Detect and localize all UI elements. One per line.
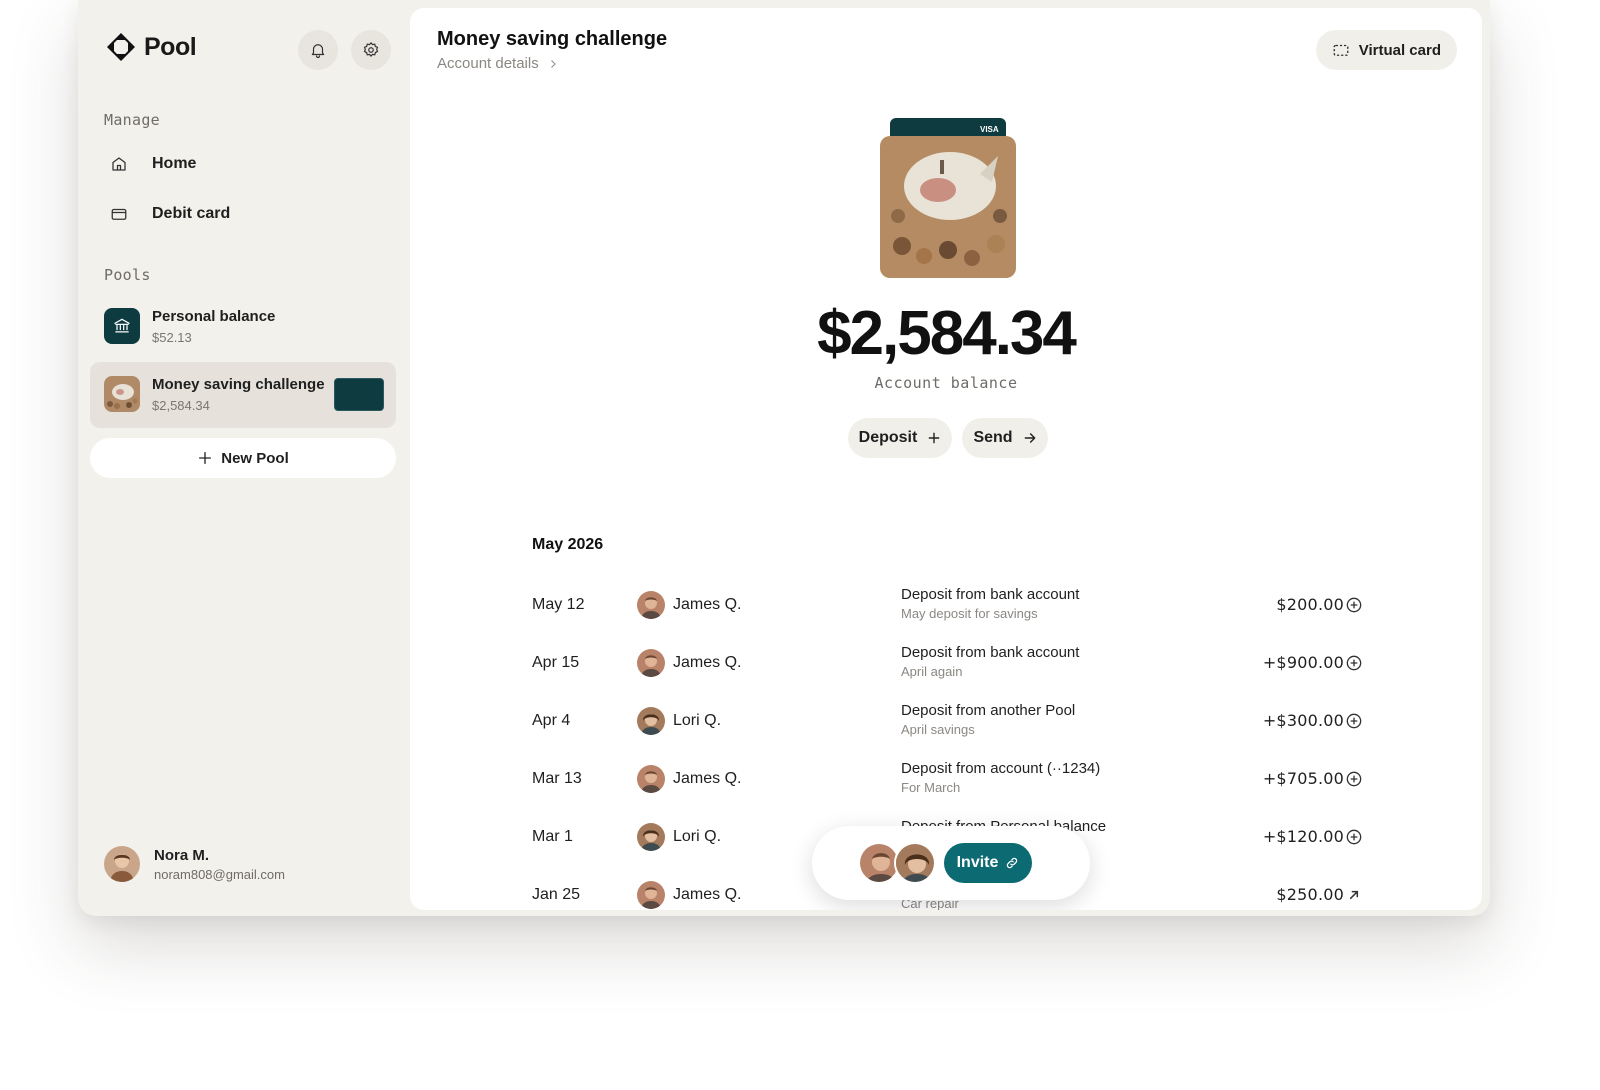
settings-button[interactable] [351,30,391,70]
avatar [637,823,665,851]
gear-icon [363,41,379,57]
transaction-amount: +$300.00 [1262,711,1344,730]
user-email: noram808@gmail.com [154,866,285,882]
transaction-person: Lori Q. [673,828,722,845]
transaction-description: Deposit from another Pool [901,702,1076,719]
account-balance: $2,584.34 [817,299,1077,368]
pool-title: Personal balance [152,308,276,325]
arrow-up-right-icon[interactable] [1344,885,1364,905]
transaction-date: May 12 [532,596,585,613]
transaction-note: April again [901,664,963,679]
brand[interactable]: Pool [106,32,197,62]
page-title: Money saving challenge [437,28,668,50]
transaction-note: April savings [901,722,975,737]
transaction-amount: $200.00 [1276,595,1344,614]
piggy-bank-thumbnail [104,376,140,412]
transaction-amount: +$900.00 [1262,653,1344,672]
send-label: Send [973,429,1013,446]
transaction-description: Deposit from account (··1234) [901,760,1101,777]
send-button[interactable]: Send [962,418,1048,458]
invite-label: Invite [956,854,999,871]
transaction-note: For March [901,780,961,795]
plus-circle-icon[interactable] [1344,711,1364,731]
account-balance-label: Account balance [874,374,1018,392]
transaction-date: Mar 13 [532,770,582,787]
transaction-description: Deposit from bank account [901,586,1080,603]
visa-brand-text: VISA [980,125,999,134]
manage-section-label: Manage [104,111,160,129]
transaction-date: Jan 25 [532,886,581,903]
pool-item-personal-balance[interactable]: Personal balance $52.13 [90,294,396,360]
transaction-person: Lori Q. [673,712,722,729]
card-icon [108,203,130,225]
transaction-row[interactable]: May 12 James Q. Deposit from bank accoun… [410,580,1482,632]
plus-circle-icon[interactable] [1344,769,1364,789]
avatar [894,842,936,884]
home-icon [108,153,130,175]
plus-circle-icon[interactable] [1344,653,1364,673]
plus-icon [928,432,940,444]
plus-circle-icon[interactable] [1344,827,1364,847]
nav-item-debit-card[interactable]: Debit card [108,199,230,229]
avatar [104,846,140,882]
new-pool-label: New Pool [221,449,289,467]
chevron-right-icon [550,59,556,68]
transaction-date: Mar 1 [532,828,573,845]
arrow-right-icon [1024,433,1035,443]
transaction-amount: +$705.00 [1262,769,1344,788]
user-name: Nora M. [154,846,210,864]
virtual-card-label: Virtual card [1358,41,1441,59]
nav-item-home[interactable]: Home [108,149,196,179]
transaction-date: Apr 15 [532,654,580,671]
mini-debit-card [334,378,384,411]
app-window: Pool Manage Home Debit card Pools Person… [78,0,1490,916]
notifications-button[interactable] [298,30,338,70]
deposit-button[interactable]: Deposit [848,418,952,458]
avatar [637,649,665,677]
virtual-card-icon [1333,44,1349,56]
transaction-person: James Q. [673,596,742,613]
deposit-label: Deposit [858,429,918,446]
month-heading: May 2026 [532,536,604,553]
transaction-row[interactable]: Apr 4 Lori Q. Deposit from another Pool … [410,696,1482,748]
pool-amount: $52.13 [152,330,192,345]
user-profile[interactable]: Nora M. noram808@gmail.com [104,846,285,882]
transaction-row[interactable]: Apr 15 James Q. Deposit from bank accoun… [410,638,1482,690]
plus-icon [199,452,212,464]
invite-button[interactable]: Invite [944,843,1032,883]
pool-logo-icon [107,33,135,61]
pool-title: Money saving challenge [152,376,325,393]
avatar [637,765,665,793]
link-icon [1007,857,1018,869]
avatar [637,881,665,909]
invite-bar: Invite [812,826,1090,900]
transaction-row[interactable]: Mar 13 James Q. Deposit from account (··… [410,754,1482,806]
plus-circle-icon[interactable] [1344,595,1364,615]
nav-item-label: Home [152,155,197,172]
pools-section-label: Pools [104,266,151,284]
transaction-person: James Q. [673,886,742,903]
avatar [637,707,665,735]
pool-hero-image: VISA [880,118,1016,278]
transaction-amount: +$120.00 [1262,827,1344,846]
transaction-description: Deposit from bank account [901,644,1080,661]
pool-amount: $2,584.34 [152,398,210,413]
transaction-person: James Q. [673,654,742,671]
transaction-note: May deposit for savings [901,606,1038,621]
breadcrumb-label: Account details [437,55,539,72]
sidebar: Pool Manage Home Debit card Pools Person… [78,0,410,916]
virtual-card-button[interactable]: Virtual card [1315,30,1457,70]
pool-item-money-saving-challenge[interactable]: Money saving challenge $2,584.34 [90,362,396,428]
main-panel: Money saving challenge Account details V… [410,8,1482,910]
account-details-link[interactable]: Account details [437,55,559,72]
bell-icon [311,44,325,59]
transaction-date: Apr 4 [532,712,571,729]
new-pool-button[interactable]: New Pool [90,438,396,478]
app-name: Pool [144,32,197,61]
avatar [637,591,665,619]
bank-icon [104,308,140,344]
transaction-amount: $250.00 [1276,885,1344,904]
nav-item-label: Debit card [152,205,231,222]
transaction-person: James Q. [673,770,742,787]
